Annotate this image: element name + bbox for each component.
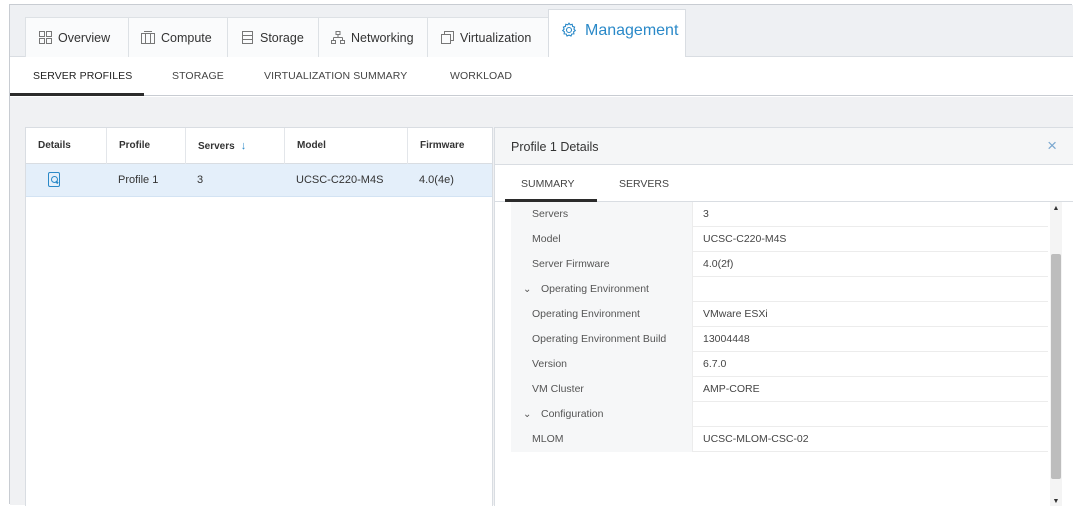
panel-header: Profile 1 Details ×	[495, 128, 1073, 165]
top-tab-bar: Overview Compute Storage Networking Virt…	[10, 5, 1073, 57]
view-details-icon[interactable]	[48, 172, 60, 187]
property-value: UCSC-C220-M4S	[703, 233, 787, 245]
chevron-down-icon[interactable]: ⌄	[523, 277, 535, 302]
property-row: Model UCSC-C220-M4S	[511, 227, 1048, 252]
column-header-label: Details	[38, 140, 71, 151]
property-row: Server Firmware 4.0(2f)	[511, 252, 1048, 277]
tab-storage-label: Storage	[260, 30, 304, 45]
column-header-label: Servers	[198, 141, 235, 152]
subtab-workload[interactable]: WORKLOAD	[450, 70, 512, 82]
grid-icon	[38, 31, 52, 45]
panel-title: Profile 1 Details	[511, 140, 599, 154]
tab-summary[interactable]: SUMMARY	[521, 178, 574, 190]
server-rack-icon	[141, 31, 155, 45]
chevron-down-icon[interactable]: ⌄	[523, 402, 535, 427]
column-header-label: Model	[297, 140, 326, 151]
subtab-virtualization-summary[interactable]: VIRTUALIZATION SUMMARY	[264, 70, 407, 82]
tab-networking-label: Networking	[351, 30, 414, 45]
tab-overview[interactable]: Overview	[25, 17, 129, 57]
subtab-server-profiles[interactable]: SERVER PROFILES	[33, 70, 132, 82]
network-icon	[331, 31, 345, 45]
column-header-details[interactable]: Details	[26, 128, 106, 164]
column-header-firmware[interactable]: Firmware	[407, 128, 494, 164]
vertical-scrollbar[interactable]: ▲ ▼	[1050, 202, 1062, 506]
tab-storage[interactable]: Storage	[227, 17, 319, 57]
property-value: VMware ESXi	[703, 308, 768, 320]
property-value: UCSC-MLOM-CSC-02	[703, 433, 809, 445]
details-cell	[26, 164, 106, 197]
property-key: Version	[511, 352, 693, 377]
property-value	[693, 402, 703, 427]
property-key: VM Cluster	[511, 377, 693, 402]
column-header-servers[interactable]: Servers ↓	[185, 128, 284, 164]
tab-compute-label: Compute	[161, 30, 212, 45]
tab-compute[interactable]: Compute	[128, 17, 228, 57]
table-row[interactable]: Profile 1 3 UCSC-C220-M4S 4.0(4e)	[26, 164, 492, 197]
subtab-storage[interactable]: STORAGE	[172, 70, 224, 82]
property-key: Server Firmware	[511, 252, 693, 277]
property-key: Model	[511, 227, 693, 252]
property-value: 3	[703, 208, 709, 220]
column-header-label: Profile	[119, 140, 151, 151]
property-value: 6.7.0	[703, 358, 727, 370]
tab-virtualization[interactable]: Virtualization	[427, 17, 549, 57]
profile-details-panel: Profile 1 Details × SUMMARY SERVERS Serv…	[494, 127, 1073, 506]
group-label: Configuration	[541, 408, 604, 420]
table-header: Details Profile Servers ↓ Model Firmware	[26, 128, 492, 164]
property-row: Operating Environment VMware ESXi	[511, 302, 1048, 327]
property-row: VM Cluster AMP-CORE	[511, 377, 1048, 402]
tab-overview-label: Overview	[58, 30, 111, 45]
profile-cell: Profile 1	[118, 174, 159, 186]
sort-arrow-down-icon[interactable]: ↓	[241, 140, 247, 152]
servers-cell: 3	[197, 174, 204, 186]
model-cell: UCSC-C220-M4S	[296, 174, 384, 186]
virtualization-icon	[440, 31, 454, 45]
close-icon[interactable]: ×	[1047, 136, 1057, 156]
property-row: MLOM UCSC-MLOM-CSC-02	[511, 427, 1048, 452]
property-key: Servers	[511, 202, 693, 227]
sub-tab-bar: SERVER PROFILES STORAGE VIRTUALIZATION S…	[10, 58, 1073, 96]
column-header-model[interactable]: Model	[284, 128, 407, 164]
active-subtab-indicator	[10, 93, 144, 96]
tab-management-label: Management	[585, 22, 679, 39]
panel-tab-bar: SUMMARY SERVERS	[495, 165, 1073, 202]
scroll-up-arrow-icon[interactable]: ▲	[1050, 204, 1062, 214]
scroll-down-arrow-icon[interactable]: ▼	[1050, 497, 1062, 506]
tab-virtualization-label: Virtualization	[460, 30, 532, 45]
property-key: Operating Environment	[511, 302, 693, 327]
storage-icon	[240, 31, 254, 45]
column-header-label: Firmware	[420, 140, 465, 151]
gear-icon	[561, 22, 577, 38]
property-row: Operating Environment Build 13004448	[511, 327, 1048, 352]
group-header: ⌄ Operating Environment	[511, 277, 693, 302]
tab-servers[interactable]: SERVERS	[619, 178, 669, 190]
property-key: Operating Environment Build	[511, 327, 693, 352]
app-frame: Overview Compute Storage Networking Virt…	[9, 4, 1073, 506]
firmware-cell: 4.0(4e)	[419, 174, 454, 186]
property-row: Version 6.7.0	[511, 352, 1048, 377]
property-key: MLOM	[511, 427, 693, 452]
summary-properties: Servers 3 Model UCSC-C220-M4S Server Fir…	[511, 202, 1048, 506]
group-row-configuration[interactable]: ⌄ Configuration	[511, 402, 1048, 427]
content-area: Details Profile Servers ↓ Model Firmware …	[10, 97, 1073, 506]
scrollbar-thumb[interactable]	[1051, 254, 1061, 479]
group-label: Operating Environment	[541, 283, 649, 295]
tab-networking[interactable]: Networking	[318, 17, 428, 57]
group-row-operating-environment[interactable]: ⌄ Operating Environment	[511, 277, 1048, 302]
property-value: AMP-CORE	[703, 383, 760, 395]
server-profiles-table: Details Profile Servers ↓ Model Firmware …	[25, 127, 493, 506]
group-header: ⌄ Configuration	[511, 402, 693, 427]
property-row: Servers 3	[511, 202, 1048, 227]
property-value: 4.0(2f)	[703, 258, 734, 270]
property-value: 13004448	[703, 333, 750, 345]
column-header-profile[interactable]: Profile	[106, 128, 185, 164]
property-value	[693, 277, 703, 302]
tab-management[interactable]: Management	[548, 9, 686, 57]
